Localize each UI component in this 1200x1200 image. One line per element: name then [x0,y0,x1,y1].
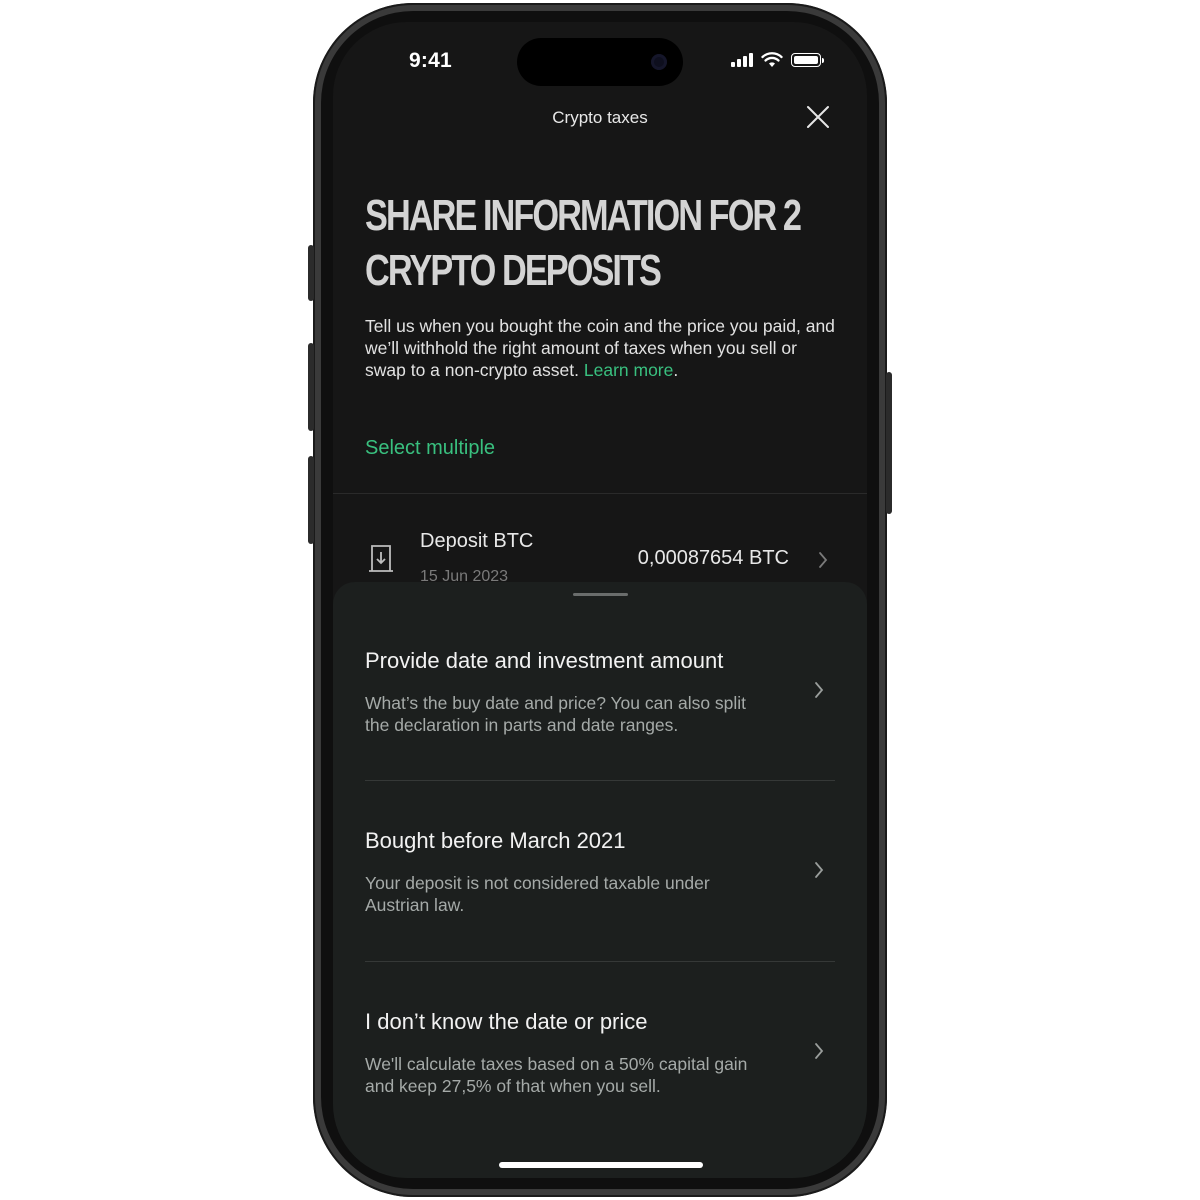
description-end: . [673,360,679,380]
bottom-sheet: Provide date and investment amount What’… [333,582,867,1178]
option-description: Your deposit is not considered taxable u… [365,873,710,915]
power-button [886,372,892,514]
home-indicator[interactable] [499,1162,703,1168]
sheet-grabber[interactable] [573,593,628,596]
chevron-right-icon [815,1043,824,1059]
battery-icon [791,53,824,67]
divider [365,780,835,781]
option-title: I don’t know the date or price [365,1009,648,1034]
main-heading: Share information for 2 crypto deposits [365,191,802,295]
volume-down-button [308,456,314,544]
deposit-icon [369,545,393,572]
option-title: Provide date and investment amount [365,648,724,673]
chevron-right-icon [815,682,824,698]
deposit-amount: 0,00087654 BTC [637,547,789,569]
option-provide-date[interactable]: Provide date and investment amount What’… [365,648,835,758]
option-title: Bought before March 2021 [365,828,626,853]
option-description: We'll calculate taxes based on a 50% cap… [365,1054,748,1096]
description: Tell us when you bought the coin and the… [365,315,835,381]
option-description: What’s the buy date and price? You can a… [365,693,747,735]
status-time: 9:41 [409,49,452,72]
learn-more-link[interactable]: Learn more [584,360,674,380]
action-button [308,245,314,301]
dynamic-island [517,38,683,86]
status-icons [731,52,824,68]
page-title: Crypto taxes [552,108,648,127]
select-multiple-button[interactable]: Select multiple [365,437,495,460]
divider [365,961,835,962]
divider [333,493,867,494]
chevron-right-icon [819,552,828,568]
deposit-title: Deposit BTC [420,530,534,552]
option-bought-before-2021[interactable]: Bought before March 2021 Your deposit is… [365,828,835,938]
volume-up-button [308,343,314,431]
cellular-signal-icon [731,53,753,67]
chevron-right-icon [815,862,824,878]
close-icon[interactable] [805,104,831,130]
wifi-icon [761,52,783,67]
camera-icon [651,54,667,70]
app-screen: 9:41 Crypto taxes Share information for … [333,22,867,1178]
option-dont-know[interactable]: I don’t know the date or price We'll cal… [365,1009,835,1119]
